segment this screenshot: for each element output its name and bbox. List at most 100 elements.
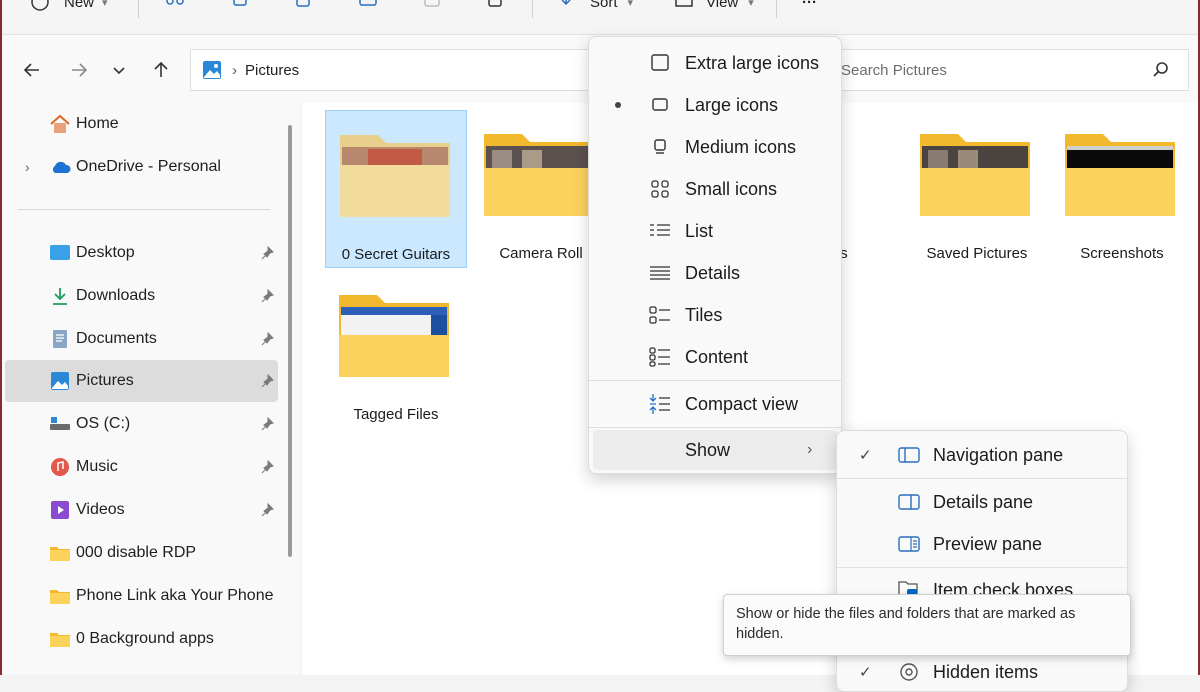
menu-item-list[interactable]: List [593, 211, 837, 251]
sort-icon [561, 0, 571, 6]
desktop-icon [49, 242, 71, 264]
plus-circle-icon [31, 0, 49, 11]
chevron-right-icon: › [807, 441, 813, 458]
sidebar-item-documents[interactable]: Documents [5, 318, 278, 360]
sidebar-item-onedrive[interactable]: › OneDrive - Personal [5, 146, 278, 188]
pin-icon[interactable] [261, 374, 275, 388]
menu-item-label: Preview pane [933, 533, 1043, 554]
sidebar-item-label: Downloads [76, 287, 156, 304]
sidebar-item-downloads[interactable]: Downloads [5, 275, 278, 317]
pin-icon[interactable] [261, 246, 275, 260]
folder-icon [339, 295, 449, 377]
pin-icon[interactable] [261, 417, 275, 431]
menu-divider [837, 567, 1127, 568]
sidebar-item-label: OS (C:) [76, 415, 131, 432]
folder-icon [49, 542, 71, 564]
toolbar-divider [776, 0, 777, 18]
search-box[interactable]: Search Pictures [840, 49, 1189, 91]
sidebar-item-folder[interactable]: Phone Link aka Your Phone [5, 575, 278, 617]
sidebar-scrollbar[interactable] [288, 125, 292, 557]
drive-icon [49, 413, 71, 435]
new-button[interactable]: New ▾ [30, 0, 108, 14]
sidebar-item-folder[interactable]: 000 disable RDP [5, 532, 278, 574]
menu-item-label: List [685, 220, 714, 241]
menu-item-content[interactable]: Content [593, 337, 837, 377]
menu-item-compact-view[interactable]: Compact view [593, 384, 837, 424]
folder-tile[interactable]: Screenshots [1051, 110, 1193, 268]
share-button[interactable] [422, 0, 442, 14]
more-icon: ··· [802, 0, 817, 11]
arrow-up-icon [154, 61, 168, 77]
sort-button[interactable]: Sort ▾ [558, 0, 633, 14]
search-input[interactable]: Search Pictures [841, 62, 947, 79]
sidebar-item-pictures[interactable]: Pictures [5, 360, 278, 402]
pin-icon[interactable] [261, 460, 275, 474]
forward-button[interactable] [66, 57, 92, 83]
menu-item-small-icons[interactable]: Small icons [593, 169, 837, 209]
sidebar-item-label: Home [76, 115, 119, 132]
address-bar[interactable]: › Pictures [190, 49, 591, 91]
menu-item-details[interactable]: Details [593, 253, 837, 293]
sidebar-divider [18, 209, 270, 210]
folder-name: Saved Pictures [926, 245, 1028, 262]
check-icon: ✓ [859, 664, 872, 681]
menu-item-large-icons[interactable]: Large icons [593, 85, 837, 125]
menu-item-extra-large-icons[interactable]: Extra large icons [593, 43, 837, 83]
toolbar-divider [532, 0, 533, 18]
breadcrumb-pictures[interactable]: Pictures [245, 62, 299, 79]
pictures-icon [203, 61, 221, 79]
rename-button[interactable] [358, 0, 380, 14]
folder-icon [484, 134, 594, 216]
folder-tile[interactable]: Saved Pictures [906, 110, 1048, 268]
menu-divider [837, 478, 1127, 479]
trash-icon [488, 0, 502, 7]
sidebar-item-label: Documents [76, 330, 157, 347]
more-options-button[interactable]: ··· [802, 0, 817, 14]
sidebar-item-videos[interactable]: Videos [5, 489, 278, 531]
list-icon [649, 220, 671, 242]
paste-button[interactable] [293, 0, 313, 14]
menu-item-preview-pane[interactable]: Preview pane [841, 524, 1123, 564]
back-button[interactable] [19, 57, 45, 83]
sidebar-item-label: OneDrive - Personal [76, 158, 221, 175]
sidebar-item-label: 0 Background apps [76, 630, 214, 647]
sidebar-item-home[interactable]: Home [5, 103, 278, 145]
menu-item-tiles[interactable]: Tiles [593, 295, 837, 335]
share-icon [424, 0, 440, 7]
music-icon [49, 456, 71, 478]
hidden-items-icon [897, 661, 921, 683]
sidebar-item-music[interactable]: Music [5, 446, 278, 488]
menu-item-navigation-pane[interactable]: ✓ Navigation pane [841, 435, 1123, 475]
folder-icon [49, 628, 71, 650]
menu-item-details-pane[interactable]: Details pane [841, 482, 1123, 522]
copy-icon [233, 0, 247, 6]
navigation-pane-icon [897, 444, 921, 466]
up-button[interactable] [148, 57, 174, 83]
content-icon [649, 346, 671, 368]
folder-tile[interactable]: Tagged Files [325, 271, 467, 429]
recent-locations-button[interactable] [106, 57, 132, 83]
menu-item-label: Show [685, 439, 731, 460]
copy-button[interactable] [230, 0, 250, 14]
menu-item-show[interactable]: Show › [593, 430, 837, 470]
menu-item-medium-icons[interactable]: Medium icons [593, 127, 837, 167]
pin-icon[interactable] [261, 289, 275, 303]
folder-tile[interactable]: 0 Secret Guitars [325, 110, 467, 268]
sidebar-item-os-drive[interactable]: OS (C:) [5, 403, 278, 445]
menu-item-hidden-items[interactable]: ✓ Hidden items [841, 652, 1123, 692]
pin-icon[interactable] [261, 503, 275, 517]
command-bar: New ▾ Sort ▾ View ▾ ··· [2, 0, 1198, 35]
delete-button[interactable] [486, 0, 504, 14]
cut-button[interactable] [165, 0, 185, 14]
sidebar-item-desktop[interactable]: Desktop [5, 232, 278, 274]
view-button[interactable]: View ▾ [674, 0, 754, 14]
view-icon [675, 0, 693, 7]
chevron-right-icon[interactable]: › [25, 159, 30, 175]
pictures-icon [49, 370, 71, 392]
menu-item-label: Compact view [685, 393, 799, 414]
document-icon [49, 328, 71, 350]
sidebar-item-folder[interactable]: 0 Background apps [5, 618, 278, 660]
large-icons-icon [649, 94, 671, 116]
menu-divider [589, 380, 841, 381]
pin-icon[interactable] [261, 332, 275, 346]
